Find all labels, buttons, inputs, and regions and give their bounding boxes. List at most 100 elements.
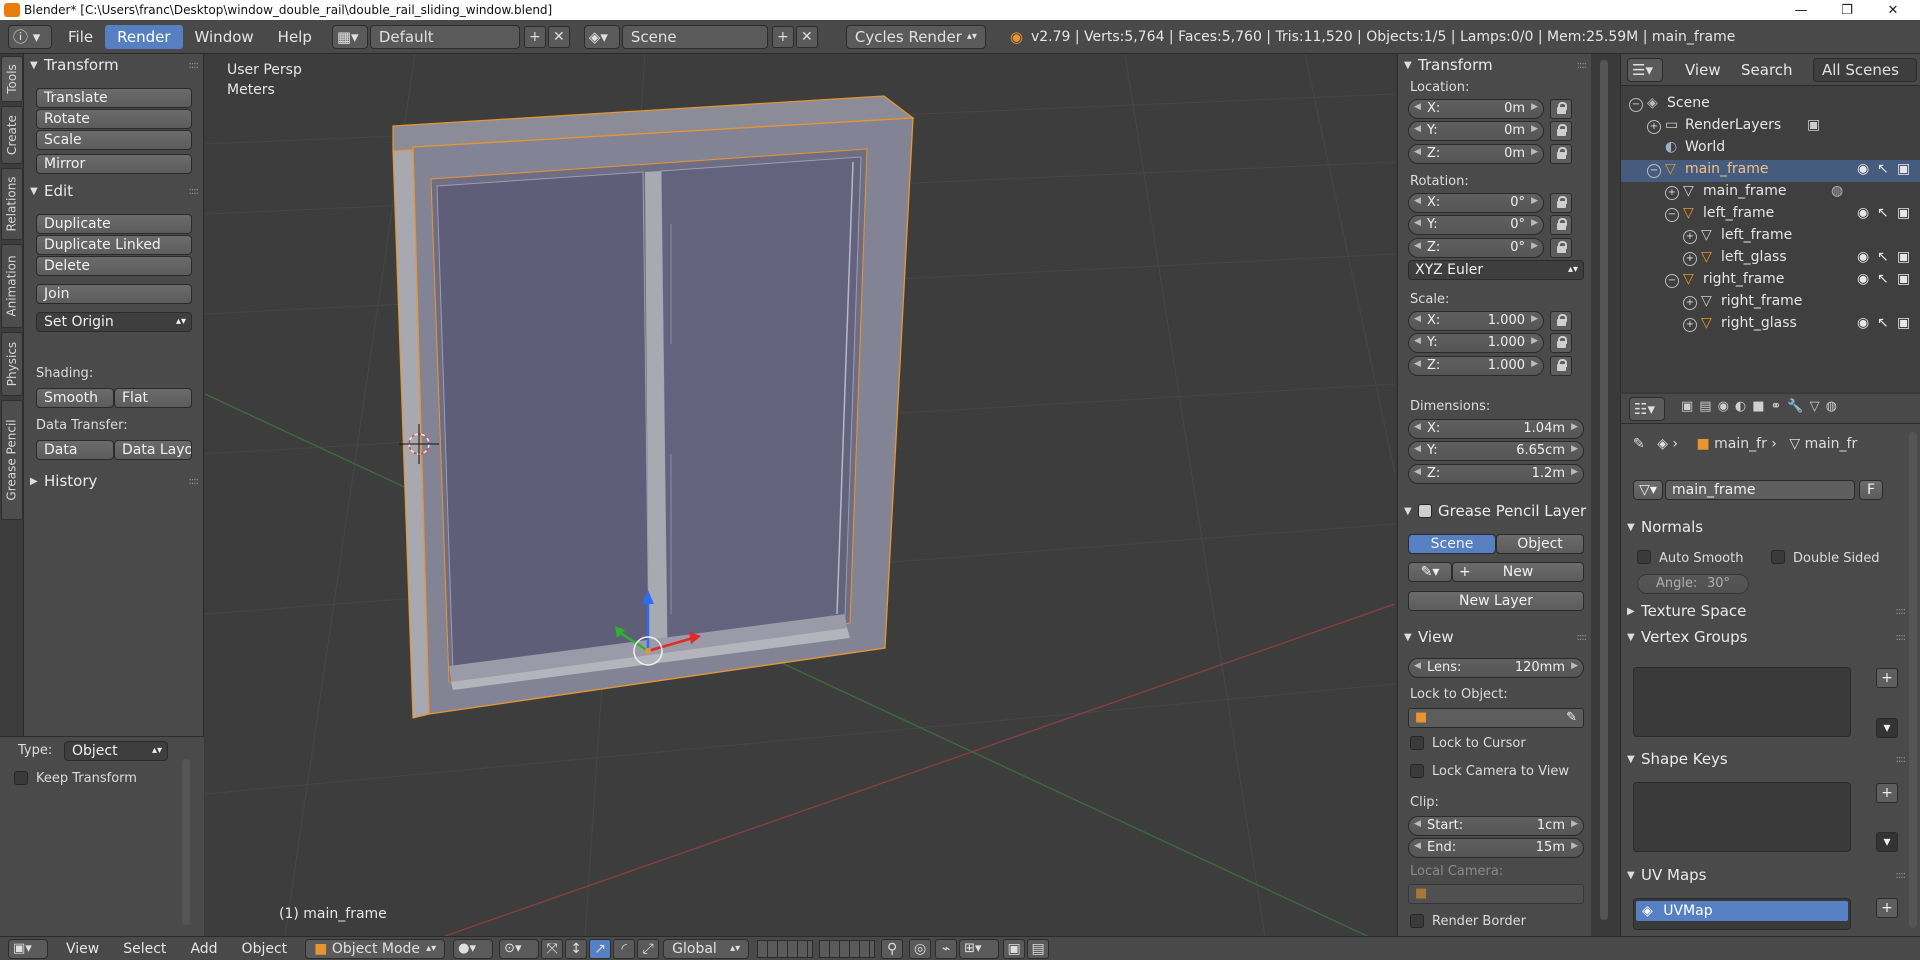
shape-keys-list[interactable] xyxy=(1633,782,1851,852)
drag-grip-icon[interactable]: :::: xyxy=(189,186,200,197)
rotation-y-field[interactable]: ◀ Y: 0° ▶ xyxy=(1408,215,1544,235)
set-origin-select[interactable]: Set Origin ▴▾ xyxy=(36,312,192,332)
visibility-eye-icon[interactable]: ◉ xyxy=(1857,161,1869,177)
arc-manipulator-icon[interactable]: ◜ xyxy=(613,938,636,959)
menu-render[interactable]: Render xyxy=(105,24,183,49)
normals-panel-header[interactable]: ▼ Normals xyxy=(1621,516,1911,538)
keep-transform-checkbox[interactable] xyxy=(14,771,28,785)
outliner-search-menu[interactable]: Search xyxy=(1729,58,1805,82)
3d-viewport[interactable]: User Persp Meters (1) main_frame xyxy=(205,54,1395,936)
layers-grid-b[interactable] xyxy=(819,939,876,958)
outliner-editor-icon[interactable]: ☰▾ xyxy=(1627,58,1663,82)
drag-grip-icon[interactable]: :::: xyxy=(1896,754,1907,765)
scale-button[interactable]: Scale xyxy=(36,130,192,150)
render-engine-select[interactable]: Cycles Render ▴▾ xyxy=(845,24,986,49)
proportional-edit-icon[interactable]: ◎ xyxy=(909,938,932,959)
n-panel-scrollbar[interactable] xyxy=(1600,60,1608,920)
duplicate-button[interactable]: Duplicate xyxy=(36,214,192,234)
render-camera-icon[interactable]: ▣ xyxy=(1897,161,1910,177)
lock-rotation-x-icon[interactable] xyxy=(1550,193,1572,213)
visibility-eye-icon[interactable]: ◉ xyxy=(1857,205,1869,221)
screen-layout-field[interactable]: Default xyxy=(369,24,520,49)
properties-editor-icon[interactable]: ☷▾ xyxy=(1629,397,1665,421)
lock-camera-checkbox[interactable] xyxy=(1410,764,1424,778)
remove-layout-button[interactable]: ✕ xyxy=(547,25,570,48)
add-scene-button[interactable]: + xyxy=(771,25,794,48)
uv-map-item[interactable]: ◈ UVMap xyxy=(1636,901,1848,921)
pin-icon[interactable]: ✎ xyxy=(1633,436,1645,452)
snap-element-icon[interactable]: ⊞▾ xyxy=(959,938,1000,959)
outliner-row-scene[interactable]: − ◈ Scene xyxy=(1621,94,1920,116)
tab-grease-pencil[interactable]: Grease Pencil xyxy=(1,400,23,520)
uv-maps-list[interactable]: ◈ UVMap xyxy=(1633,898,1851,930)
opengl-animation-icon[interactable]: ▤ xyxy=(1027,938,1050,959)
rotation-z-field[interactable]: ◀ Z: 0° ▶ xyxy=(1408,238,1544,258)
add-vertex-group-button[interactable]: + xyxy=(1876,668,1898,688)
location-y-field[interactable]: ◀ Y: 0m ▶ xyxy=(1408,121,1544,141)
menu-window[interactable]: Window xyxy=(183,25,266,49)
outliner-row-right-glass[interactable]: + ▽ right_glass ◉ ↖ ▣ xyxy=(1621,314,1920,336)
vertex-group-specials-button[interactable]: ▾ xyxy=(1876,718,1898,738)
gp-new-button[interactable]: + New xyxy=(1452,562,1584,582)
delete-button[interactable]: Delete xyxy=(36,256,192,276)
visibility-eye-icon[interactable]: ◉ xyxy=(1857,249,1869,265)
add-shape-key-button[interactable]: + xyxy=(1876,783,1898,803)
selectable-arrow-icon[interactable]: ↖ xyxy=(1877,161,1889,177)
transform-panel-header[interactable]: ▼ Transform :::: xyxy=(24,54,204,76)
main-frame-object[interactable] xyxy=(392,95,915,719)
mirror-button[interactable]: Mirror xyxy=(36,154,192,174)
snap-toggle-icon[interactable]: ⌁ xyxy=(935,938,958,959)
gp-object-button[interactable]: Object xyxy=(1496,534,1584,554)
shade-flat-button[interactable]: Flat xyxy=(114,388,192,408)
eyedropper-icon[interactable]: ✎ xyxy=(1566,710,1577,725)
scale-manipulator-icon[interactable]: ⤢ xyxy=(637,938,660,959)
lock-scale-x-icon[interactable] xyxy=(1550,311,1572,331)
menu-view[interactable]: View xyxy=(54,937,111,960)
double-sided-checkbox[interactable] xyxy=(1771,550,1785,564)
rotate-button[interactable]: Rotate xyxy=(36,109,192,129)
grease-pencil-layer-header[interactable]: ▼ Grease Pencil Layer xyxy=(1398,500,1592,522)
gp-new-layer-button[interactable]: New Layer xyxy=(1408,591,1584,611)
add-layout-button[interactable]: + xyxy=(523,25,546,48)
vertex-groups-list[interactable] xyxy=(1633,667,1851,737)
tab-physics[interactable]: Physics xyxy=(1,332,23,396)
auto-smooth-checkbox[interactable] xyxy=(1637,550,1651,564)
selectable-arrow-icon[interactable]: ↖ xyxy=(1877,249,1889,265)
lock-to-cursor-checkbox[interactable] xyxy=(1410,736,1424,750)
scale-z-field[interactable]: ◀ Z: 1.000 ▶ xyxy=(1408,356,1544,376)
outliner-row-left-glass[interactable]: + ▽ left_glass ◉ ↖ ▣ xyxy=(1621,248,1920,270)
close-button[interactable]: ✕ xyxy=(1870,0,1916,20)
dimension-y-field[interactable]: ◀ Y: 6.65cm ▶ xyxy=(1408,441,1584,461)
render-camera-icon[interactable]: ▣ xyxy=(1897,205,1910,221)
lock-rotation-y-icon[interactable] xyxy=(1550,215,1572,235)
outliner-row-main-frame-object[interactable]: − ▽ main_frame ◉ ↖ ▣ xyxy=(1621,160,1920,182)
properties-scrollbar[interactable] xyxy=(1909,432,1917,928)
lock-scale-y-icon[interactable] xyxy=(1550,333,1572,353)
translate-manipulator-icon[interactable]: ↕ xyxy=(565,938,588,959)
scale-x-field[interactable]: ◀ X: 1.000 ▶ xyxy=(1408,311,1544,331)
scale-y-field[interactable]: ◀ Y: 1.000 ▶ xyxy=(1408,333,1544,353)
mesh-browse-icon[interactable]: ▽▾ xyxy=(1633,480,1663,500)
shape-key-specials-button[interactable]: ▾ xyxy=(1876,832,1898,852)
menu-select[interactable]: Select xyxy=(111,937,178,960)
drag-grip-icon[interactable]: :::: xyxy=(1577,632,1588,643)
orientation-select[interactable]: Global ▴▾ xyxy=(663,938,750,959)
lock-rotation-z-icon[interactable] xyxy=(1550,238,1572,258)
viewport-shading-icon[interactable]: ●▾ xyxy=(453,938,494,959)
outliner-filter-select[interactable]: All Scenes xyxy=(1813,58,1917,82)
outliner-row-right-frame-mesh[interactable]: + ▽ right_frame xyxy=(1621,292,1920,314)
menu-object[interactable]: Object xyxy=(230,937,300,960)
data-layout-button[interactable]: Data Layo xyxy=(114,440,192,460)
texture-space-panel-header[interactable]: ▶ Texture Space :::: xyxy=(1621,600,1911,622)
outliner-row-world[interactable]: ◐ World xyxy=(1621,138,1920,160)
render-camera-icon[interactable]: ▣ xyxy=(1897,249,1910,265)
menu-add[interactable]: Add xyxy=(178,937,229,960)
lock-location-x-icon[interactable] xyxy=(1550,99,1572,119)
drag-grip-icon[interactable]: :::: xyxy=(1896,632,1907,643)
lens-field[interactable]: ◀ Lens: 120mm ▶ xyxy=(1408,658,1584,678)
gp-pencil-icon[interactable]: ✎▾ xyxy=(1408,562,1452,582)
edit-panel-header[interactable]: ▼ Edit :::: xyxy=(24,180,204,202)
fake-user-button[interactable]: F xyxy=(1859,480,1883,500)
mode-select[interactable]: ■ Object Mode ▴▾ xyxy=(305,938,446,959)
gp-scene-button[interactable]: Scene xyxy=(1408,534,1496,554)
